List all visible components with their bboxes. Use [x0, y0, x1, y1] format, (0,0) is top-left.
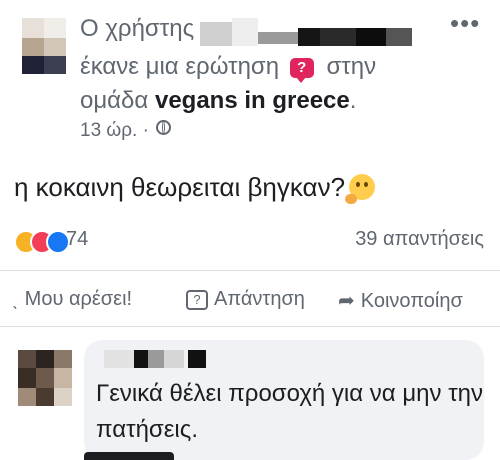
answer-label: Απάντηση — [214, 288, 305, 310]
in-word: στην — [326, 53, 377, 80]
commenter-name-redacted[interactable] — [104, 348, 216, 368]
question-icon: ? — [289, 58, 314, 83]
globe-icon — [156, 120, 172, 135]
comment-text: Γενικά θέλει προσοχή για να μην την πατή… — [96, 380, 484, 443]
answer-button[interactable]: ? Απάντηση — [186, 288, 305, 311]
post-header-line-3: ομάδα vegans in greece. — [80, 86, 356, 116]
thinking-face-icon — [345, 174, 376, 204]
post-meta: 13 ώρ. · — [80, 120, 172, 142]
answers-count-link[interactable]: 39 απαντήσεις — [355, 228, 484, 251]
share-label: Κοινοποίησ — [360, 290, 463, 312]
like-thumb-icon: ˎ — [12, 288, 19, 310]
divider — [0, 326, 500, 327]
commenter-avatar[interactable] — [18, 350, 72, 406]
post-header-line-2: έκανε μια ερώτηση ? στην — [80, 52, 377, 83]
author-avatar[interactable] — [22, 18, 66, 74]
group-prefix: ομάδα — [80, 87, 149, 114]
action-text: έκανε μια ερώτηση — [80, 53, 280, 80]
reaction-count[interactable]: 74 — [66, 228, 88, 251]
post-body: η κοκαινη θεωρειται βηγκαν? — [14, 170, 376, 204]
share-button[interactable]: ➦ Κοινοποίησ — [338, 288, 463, 313]
post-header-line-1: Ο χρήστης — [80, 14, 194, 44]
meta-separator: · — [142, 120, 149, 141]
share-arrow-icon: ➦ — [338, 290, 355, 312]
more-options-button[interactable]: ••• — [450, 8, 480, 39]
divider — [0, 270, 500, 271]
post-time-link[interactable]: 13 ώρ. — [80, 120, 137, 141]
like-button[interactable]: ˎ Μου αρέσει! — [12, 288, 132, 311]
group-suffix: . — [349, 87, 357, 114]
author-name-redacted[interactable] — [200, 18, 412, 46]
author-prefix: Ο χρήστης — [80, 15, 195, 42]
like-label: Μου αρέσει! — [24, 288, 133, 310]
next-comment-edge — [84, 452, 174, 460]
group-name-link[interactable]: vegans in greece — [155, 87, 350, 114]
post-body-text: η κοκαινη θεωρειται βηγκαν? — [14, 172, 346, 202]
comment-bubble-icon: ? — [186, 290, 208, 310]
